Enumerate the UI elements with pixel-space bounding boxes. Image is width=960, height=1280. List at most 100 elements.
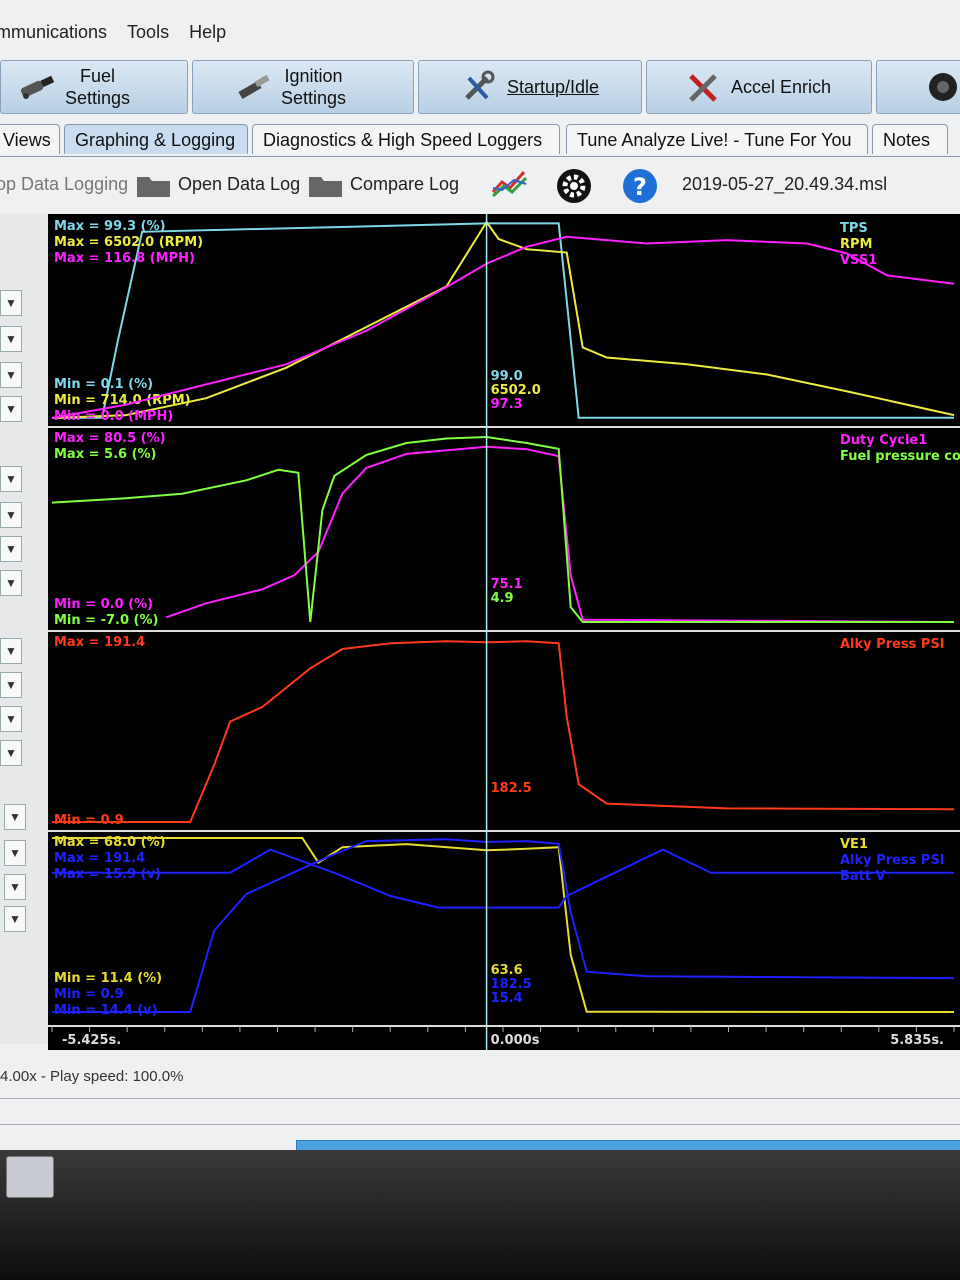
field-dropdown[interactable]: ▼	[0, 672, 22, 698]
menu-tools[interactable]: Tools	[127, 22, 169, 52]
horizontal-scrollbar[interactable]	[296, 1140, 960, 1150]
field-dropdown[interactable]: ▼	[4, 906, 26, 932]
series-min-label: Min = 14.4 (v)	[54, 1003, 158, 1018]
series-name-label: Alky Press PSI	[840, 853, 945, 868]
field-dropdown[interactable]: ▼	[0, 290, 22, 316]
cursor-value-label: 4.9	[491, 591, 514, 606]
divider	[0, 1098, 960, 1099]
divider	[0, 1124, 960, 1125]
timeline-right-label: 5.835s.	[890, 1033, 944, 1048]
field-dropdown[interactable]: ▼	[4, 874, 26, 900]
accel-enrich-button[interactable]: Accel Enrich	[646, 60, 872, 114]
series-min-label: Min = 0.0 (%)	[54, 597, 153, 612]
compare-folder-icon	[308, 172, 344, 203]
series-max-label: Max = 15.9 (v)	[54, 867, 161, 882]
series-min-label: Min = 0.1 (%)	[54, 377, 153, 392]
help-icon[interactable]: ?	[622, 168, 658, 209]
monitor-bezel	[0, 1150, 960, 1280]
field-dropdown[interactable]: ▼	[0, 362, 22, 388]
tools-cross-icon	[683, 69, 723, 105]
series-name-label: Alky Press PSI	[840, 637, 945, 652]
cursor-value-label: 99.0	[491, 369, 523, 384]
fuel-settings-button[interactable]: Fuel Settings	[0, 60, 188, 114]
series-name-label: VSS1	[840, 253, 877, 268]
open-data-log-button[interactable]: Open Data Log	[178, 174, 300, 195]
series-max-label: Max = 191.4	[54, 635, 145, 650]
series-name-label: Batt V	[840, 869, 886, 884]
log-filename: 2019-05-27_20.49.34.msl	[682, 174, 888, 194]
main-tabs: Views Graphing & Logging Diagnostics & H…	[0, 122, 960, 157]
tab-notes[interactable]: Notes	[872, 124, 948, 154]
series-name-label: TPS	[840, 221, 868, 236]
field-dropdown[interactable]: ▼	[0, 536, 22, 562]
wrench-screwdriver-icon	[459, 69, 499, 105]
cursor-value-label: 75.1	[491, 577, 523, 592]
series-name-label: RPM	[840, 237, 872, 252]
compare-log-button[interactable]: Compare Log	[350, 174, 459, 195]
fuel-settings-label: Fuel Settings	[65, 66, 131, 108]
field-dropdown[interactable]: ▼	[0, 326, 22, 352]
series-max-label: Max = 80.5 (%)	[54, 431, 166, 446]
tab-graphing-logging[interactable]: Graphing & Logging	[64, 124, 248, 154]
ignition-settings-button[interactable]: Ignition Settings	[192, 60, 414, 114]
series-max-label: Max = 5.6 (%)	[54, 447, 157, 462]
ignition-settings-label: Ignition Settings	[281, 66, 347, 108]
field-dropdown[interactable]: ▼	[4, 804, 26, 830]
logging-action-bar: op Data Logging Open Data Log Compare Lo…	[0, 164, 960, 208]
gear-icon[interactable]	[556, 168, 592, 209]
turbo-icon	[921, 69, 960, 105]
spark-plug-icon	[233, 69, 273, 105]
stop-logging-button[interactable]: op Data Logging	[0, 174, 128, 195]
field-dropdown[interactable]: ▼	[4, 840, 26, 866]
cursor-value-label: 6502.0	[491, 383, 541, 398]
field-dropdown[interactable]: ▼	[0, 706, 22, 732]
series-min-label: Min = 0.0 (MPH)	[54, 409, 173, 424]
turbo-button[interactable]	[876, 60, 960, 114]
tab-diagnostics[interactable]: Diagnostics & High Speed Loggers	[252, 124, 560, 154]
svg-text:?: ?	[633, 173, 647, 201]
field-selector-column: ▼ ▼ ▼ ▼ ▼ ▼ ▼ ▼ ▼ ▼ ▼ ▼ ▼ ▼ ▼ ▼	[0, 214, 48, 1044]
series-min-label: Min = 0.9	[54, 813, 124, 828]
cursor-value-label: 97.3	[491, 397, 523, 412]
series-name-label: VE1	[840, 837, 868, 852]
tab-views[interactable]: Views	[0, 124, 60, 154]
timeline-left-label: -5.425s.	[62, 1033, 121, 1048]
series-max-label: Max = 99.3 (%)	[54, 219, 166, 234]
menu-bar: mmunications Tools Help	[0, 22, 960, 52]
menu-communications[interactable]: mmunications	[0, 22, 107, 52]
field-dropdown[interactable]: ▼	[0, 740, 22, 766]
tab-tune-analyze[interactable]: Tune Analyze Live! - Tune For You	[566, 124, 868, 154]
timeline-center-label: 0.000s	[491, 1033, 540, 1048]
folder-icon	[136, 172, 172, 203]
graph-lines-icon[interactable]	[490, 168, 530, 205]
log-graph-svg[interactable]: Max = 99.3 (%) Min = 0.1 (%) TPS 99.0 Max = …	[48, 214, 960, 1050]
series-max-label: Max = 191.4	[54, 851, 145, 866]
startup-idle-label: Startup/Idle	[507, 77, 600, 97]
series-name-label: Fuel pressure co	[840, 449, 960, 464]
cursor-value-label: 15.4	[491, 991, 523, 1006]
log-graph-area[interactable]: Max = 99.3 (%) Min = 0.1 (%) TPS 99.0 Max = …	[48, 214, 960, 1050]
startup-idle-button[interactable]: Startup/Idle	[418, 60, 642, 114]
field-dropdown[interactable]: ▼	[0, 570, 22, 596]
series-max-label: Max = 6502.0 (RPM)	[54, 235, 203, 250]
field-dropdown[interactable]: ▼	[0, 396, 22, 422]
cursor-value-label: 182.5	[491, 781, 532, 796]
accel-enrich-label: Accel Enrich	[731, 77, 832, 97]
megalog-window: mmunications Tools Help Fuel Settings Ig…	[0, 0, 960, 1150]
menu-help[interactable]: Help	[189, 22, 226, 52]
field-dropdown[interactable]: ▼	[0, 502, 22, 528]
cursor-value-label: 63.6	[491, 963, 523, 978]
series-line-batt-v	[52, 848, 954, 909]
series-max-label: Max = 116.8 (MPH)	[54, 251, 195, 266]
cursor-value-label: 182.5	[491, 977, 532, 992]
series-name-label: Duty Cycle1	[840, 433, 927, 448]
fuel-injector-icon	[17, 69, 57, 105]
field-dropdown[interactable]: ▼	[0, 466, 22, 492]
series-max-label: Max = 68.0 (%)	[54, 835, 166, 850]
series-min-label: Min = -7.0 (%)	[54, 613, 158, 628]
field-dropdown[interactable]: ▼	[0, 638, 22, 664]
play-speed-status: 4.00x - Play speed: 100.0%	[0, 1068, 184, 1085]
tuning-toolbar: Fuel Settings Ignition Settings Startup/…	[0, 60, 960, 116]
taskbar-app-icon[interactable]	[6, 1156, 54, 1198]
series-min-label: Min = 11.4 (%)	[54, 971, 162, 986]
